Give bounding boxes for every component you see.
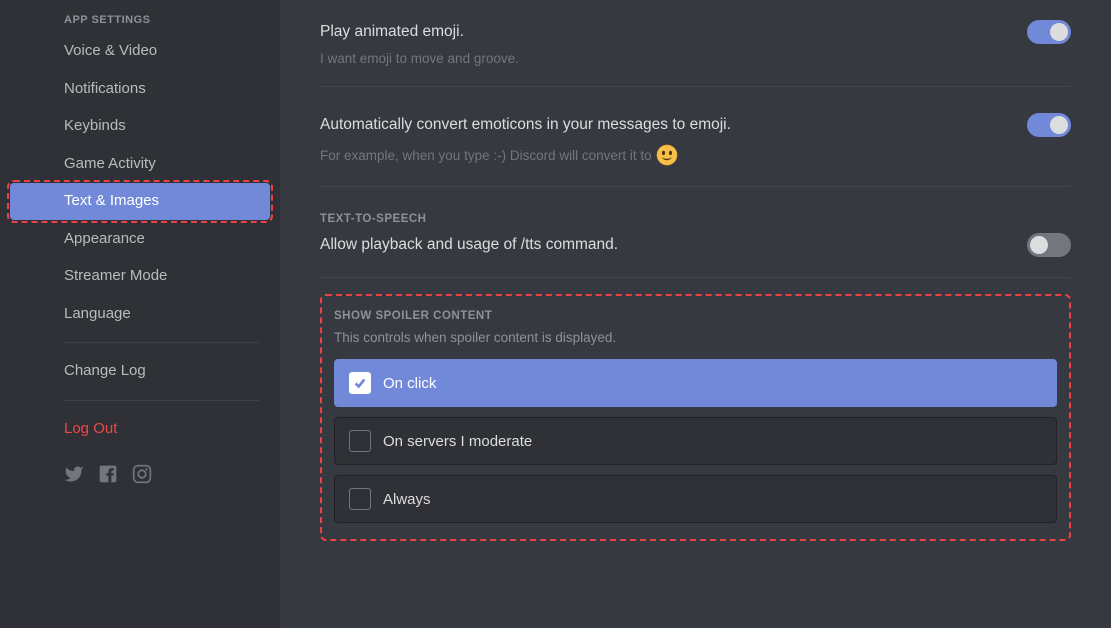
instagram-icon[interactable] xyxy=(132,464,152,484)
sidebar-item-keybinds[interactable]: Keybinds xyxy=(10,108,270,145)
toggle-convert-emoticons[interactable] xyxy=(1027,113,1071,137)
section-header-tts: TEXT-TO-SPEECH xyxy=(320,213,1071,225)
twitter-icon[interactable] xyxy=(64,464,84,484)
sidebar-item-voice-video[interactable]: Voice & Video xyxy=(10,33,270,70)
sidebar-item-change-log[interactable]: Change Log xyxy=(10,353,270,390)
setting-tts-section: TEXT-TO-SPEECH Allow playback and usage … xyxy=(320,203,1071,277)
setting-divider xyxy=(320,86,1071,87)
smile-emoji-icon xyxy=(656,144,678,166)
sidebar-item-game-activity[interactable]: Game Activity xyxy=(10,146,270,183)
toggle-animated-emoji[interactable] xyxy=(1027,20,1071,44)
sidebar-item-language[interactable]: Language xyxy=(10,296,270,333)
setting-description: I want emoji to move and groove. xyxy=(320,51,1071,66)
toggle-knob xyxy=(1050,116,1068,134)
toggle-tts[interactable] xyxy=(1027,233,1071,257)
checkbox xyxy=(349,488,371,510)
sidebar-item-log-out[interactable]: Log Out xyxy=(10,411,270,448)
sidebar-item-notifications[interactable]: Notifications xyxy=(10,71,270,108)
spoiler-content-panel: SHOW SPOILER CONTENT This controls when … xyxy=(320,294,1071,541)
sidebar-divider xyxy=(64,400,260,401)
settings-sidebar: APP SETTINGS Voice & Video Notifications… xyxy=(0,0,280,628)
setting-divider xyxy=(320,277,1071,278)
sidebar-section-header: APP SETTINGS xyxy=(10,14,270,32)
setting-convert-emoticons: Automatically convert emoticons in your … xyxy=(320,103,1071,186)
setting-title: Allow playback and usage of /tts command… xyxy=(320,236,618,254)
sidebar-item-appearance[interactable]: Appearance xyxy=(10,221,270,258)
setting-divider xyxy=(320,186,1071,187)
spoiler-option-always[interactable]: Always xyxy=(334,475,1057,523)
radio-label: On click xyxy=(383,375,436,392)
spoiler-option-moderate[interactable]: On servers I moderate xyxy=(334,417,1057,465)
sidebar-item-streamer-mode[interactable]: Streamer Mode xyxy=(10,258,270,295)
radio-label: Always xyxy=(383,491,431,508)
toggle-knob xyxy=(1050,23,1068,41)
checkmark-icon xyxy=(353,376,367,390)
facebook-icon[interactable] xyxy=(98,464,118,484)
section-header-spoiler: SHOW SPOILER CONTENT xyxy=(334,310,1057,322)
spoiler-option-on-click[interactable]: On click xyxy=(334,359,1057,407)
setting-title: Play animated emoji. xyxy=(320,23,464,41)
sidebar-item-text-images[interactable]: Text & Images xyxy=(10,183,270,220)
toggle-knob xyxy=(1030,236,1048,254)
social-links-row xyxy=(10,448,270,494)
setting-title: Automatically convert emoticons in your … xyxy=(320,116,731,134)
checkbox xyxy=(349,430,371,452)
setting-description: For example, when you type :-) Discord w… xyxy=(320,144,1071,166)
section-description: This controls when spoiler content is di… xyxy=(334,330,1057,345)
settings-main-panel: Play animated emoji. I want emoji to mov… xyxy=(280,0,1111,628)
setting-animated-emoji: Play animated emoji. I want emoji to mov… xyxy=(320,10,1071,86)
checkbox xyxy=(349,372,371,394)
radio-label: On servers I moderate xyxy=(383,433,532,450)
sidebar-divider xyxy=(64,342,260,343)
